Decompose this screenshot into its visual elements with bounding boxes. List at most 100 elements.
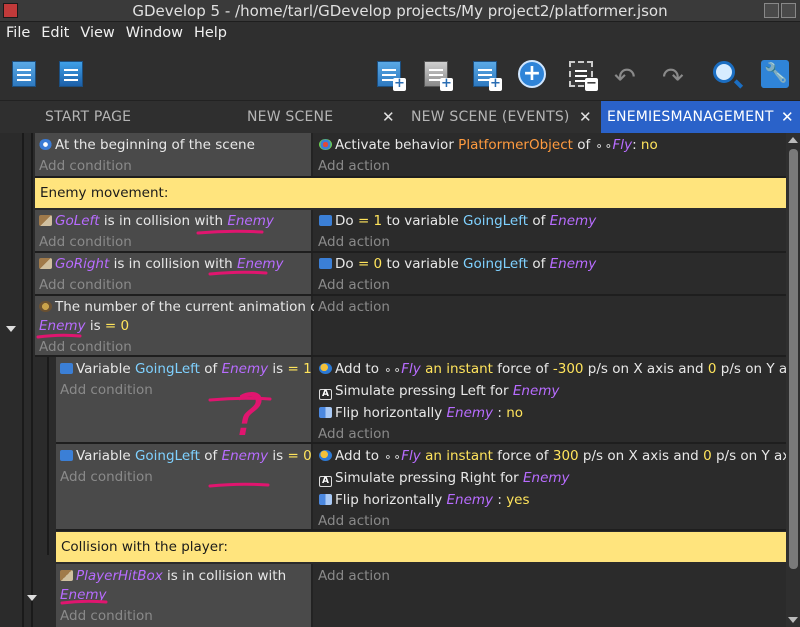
variable-icon [60, 450, 73, 461]
add-action-link[interactable]: Add action [318, 426, 390, 442]
add-event-alt-icon[interactable]: + [470, 59, 502, 91]
scroll-up-icon[interactable] [788, 137, 798, 143]
force-icon [319, 450, 332, 461]
close-icon[interactable]: ✕ [382, 108, 395, 126]
add-condition-link[interactable]: Add condition [39, 234, 132, 250]
event-conditions[interactable]: Variable GoingLeft of Enemy is = 1 Add c… [56, 357, 313, 443]
redo-icon[interactable]: ↷ [662, 59, 692, 93]
action-line[interactable]: Flip horizontally Enemy : yes [319, 492, 530, 508]
condition-line[interactable]: At the beginning of the scene [39, 137, 255, 153]
event-actions[interactable]: Add to ⚬⚬Fly an instant force of 300 p/s… [314, 444, 800, 530]
add-condition-link[interactable]: Add condition [39, 158, 132, 174]
action-line[interactable]: A Simulate pressing Left for Enemy [319, 383, 559, 400]
action-line[interactable]: Flip horizontally Enemy : no [319, 405, 523, 421]
scroll-thumb[interactable] [789, 149, 798, 569]
comment-event[interactable]: Enemy movement: [35, 178, 786, 208]
maximize-button[interactable] [781, 3, 796, 18]
undo-icon[interactable]: ↶ [614, 59, 644, 93]
condition-line[interactable]: Variable GoingLeft of Enemy is = 0 [60, 448, 312, 464]
scene-start-icon [39, 139, 52, 150]
close-icon[interactable]: ✕ [781, 108, 794, 126]
event-actions[interactable]: Add action [314, 296, 786, 356]
animation-icon [39, 301, 52, 312]
event-actions[interactable]: Add action [314, 564, 786, 627]
add-condition-link[interactable]: Add condition [60, 469, 153, 485]
menu-window[interactable]: Window [120, 22, 188, 41]
condition-line[interactable]: The number of the current animation of [39, 299, 323, 315]
tab-new-scene[interactable]: NEW SCENE [247, 101, 333, 133]
add-action-link[interactable]: Add action [318, 299, 390, 315]
action-line[interactable]: Do = 0 to variable GoingLeft of Enemy [319, 256, 596, 272]
add-condition-link[interactable]: Add condition [60, 382, 153, 398]
event-conditions[interactable]: The number of the current animation of E… [35, 296, 323, 356]
settings-icon[interactable] [760, 59, 790, 89]
fly-object-icon: ⚬⚬ [383, 451, 402, 464]
collapse-toggle[interactable] [6, 326, 16, 332]
add-condition-link[interactable]: Add condition [60, 608, 153, 624]
collapse-toggle[interactable] [27, 595, 37, 601]
tab-bar: START PAGE NEW SCENE ✕ NEW SCENE (EVENTS… [0, 101, 800, 133]
action-line[interactable]: Add to ⚬⚬Fly an instant force of -300 p/… [319, 361, 800, 377]
event-actions[interactable]: Do = 1 to variable GoingLeft of Enemy Ad… [314, 210, 786, 251]
event-conditions[interactable]: GoRight is in collision with Enemy Add c… [35, 253, 313, 294]
gutter-line [22, 133, 24, 627]
close-icon[interactable]: ✕ [579, 108, 592, 126]
condition-line-cont[interactable]: Enemy is = 0 [39, 318, 129, 334]
event-conditions[interactable]: Variable GoingLeft of Enemy is = 0 Add c… [56, 444, 313, 530]
event-conditions[interactable]: GoLeft is in collision with Enemy Add co… [35, 210, 313, 251]
menu-view[interactable]: View [74, 22, 119, 41]
menu-help[interactable]: Help [188, 22, 232, 41]
event-actions[interactable]: Do = 0 to variable GoingLeft of Enemy Ad… [314, 253, 786, 294]
scroll-down-icon[interactable] [788, 617, 798, 623]
event-separator [56, 529, 786, 531]
add-condition-link[interactable]: Add condition [39, 339, 132, 355]
condition-line[interactable]: Variable GoingLeft of Enemy is = 1 [60, 361, 312, 377]
tab-start-page[interactable]: START PAGE [45, 101, 131, 133]
add-condition-link[interactable]: Add condition [39, 277, 132, 293]
gutter-line [47, 355, 49, 555]
menu-file[interactable]: File [0, 22, 35, 41]
gutter-line [31, 133, 33, 627]
delete-event-icon[interactable]: − [566, 59, 598, 91]
event-conditions[interactable]: PlayerHitBox is in collision with Enemy … [56, 564, 313, 627]
action-line[interactable]: Add to ⚬⚬Fly an instant force of 300 p/s… [319, 448, 800, 464]
tab-new-scene-events[interactable]: NEW SCENE (EVENTS) [411, 101, 570, 133]
add-more-icon[interactable] [517, 59, 547, 89]
project-manager-icon[interactable] [9, 59, 39, 89]
add-action-link[interactable]: Add action [318, 513, 390, 529]
add-event-icon[interactable]: + [374, 59, 406, 91]
add-action-link[interactable]: Add action [318, 277, 390, 293]
collision-icon [39, 258, 52, 269]
condition-line-cont[interactable]: Enemy [60, 587, 107, 603]
condition-line[interactable]: PlayerHitBox is in collision with [60, 568, 286, 584]
add-action-link[interactable]: Add action [318, 158, 390, 174]
scene-icon[interactable] [56, 59, 86, 89]
tab-enemiesmanagement[interactable]: ENEMIESMANAGEMENT [601, 101, 800, 133]
action-line[interactable]: A Simulate pressing Right for Enemy [319, 470, 570, 487]
event-conditions[interactable]: At the beginning of the scene Add condit… [35, 133, 313, 177]
variable-icon [319, 215, 332, 226]
variable-icon [60, 363, 73, 374]
menu-edit[interactable]: Edit [35, 22, 74, 41]
comment-event[interactable]: Collision with the player: [56, 532, 786, 562]
condition-line[interactable]: GoRight is in collision with Enemy [39, 256, 284, 272]
vertical-scrollbar[interactable] [786, 133, 800, 627]
variable-icon [319, 258, 332, 269]
title-bar: GDevelop 5 - /home/tarl/GDevelop project… [0, 0, 800, 22]
add-action-link[interactable]: Add action [318, 234, 390, 250]
event-actions[interactable]: Activate behavior PlatformerObject of ⚬⚬… [314, 133, 786, 177]
collision-icon [60, 570, 73, 581]
action-line[interactable]: Do = 1 to variable GoingLeft of Enemy [319, 213, 596, 229]
toolbar: + + + − ↶ ↷ [0, 46, 800, 101]
minimize-button[interactable] [764, 3, 779, 18]
condition-line[interactable]: GoLeft is in collision with Enemy [39, 213, 274, 229]
search-icon[interactable] [711, 59, 741, 89]
add-subevent-icon[interactable]: + [421, 59, 453, 91]
add-action-link[interactable]: Add action [318, 568, 390, 584]
event-actions[interactable]: Add to ⚬⚬Fly an instant force of -300 p/… [314, 357, 800, 443]
action-line[interactable]: Activate behavior PlatformerObject of ⚬⚬… [319, 137, 658, 153]
behavior-icon [319, 139, 332, 150]
collision-icon [39, 215, 52, 226]
events-sheet: At the beginning of the scene Add condit… [0, 133, 800, 627]
tab-label: ENEMIESMANAGEMENT [607, 109, 774, 125]
